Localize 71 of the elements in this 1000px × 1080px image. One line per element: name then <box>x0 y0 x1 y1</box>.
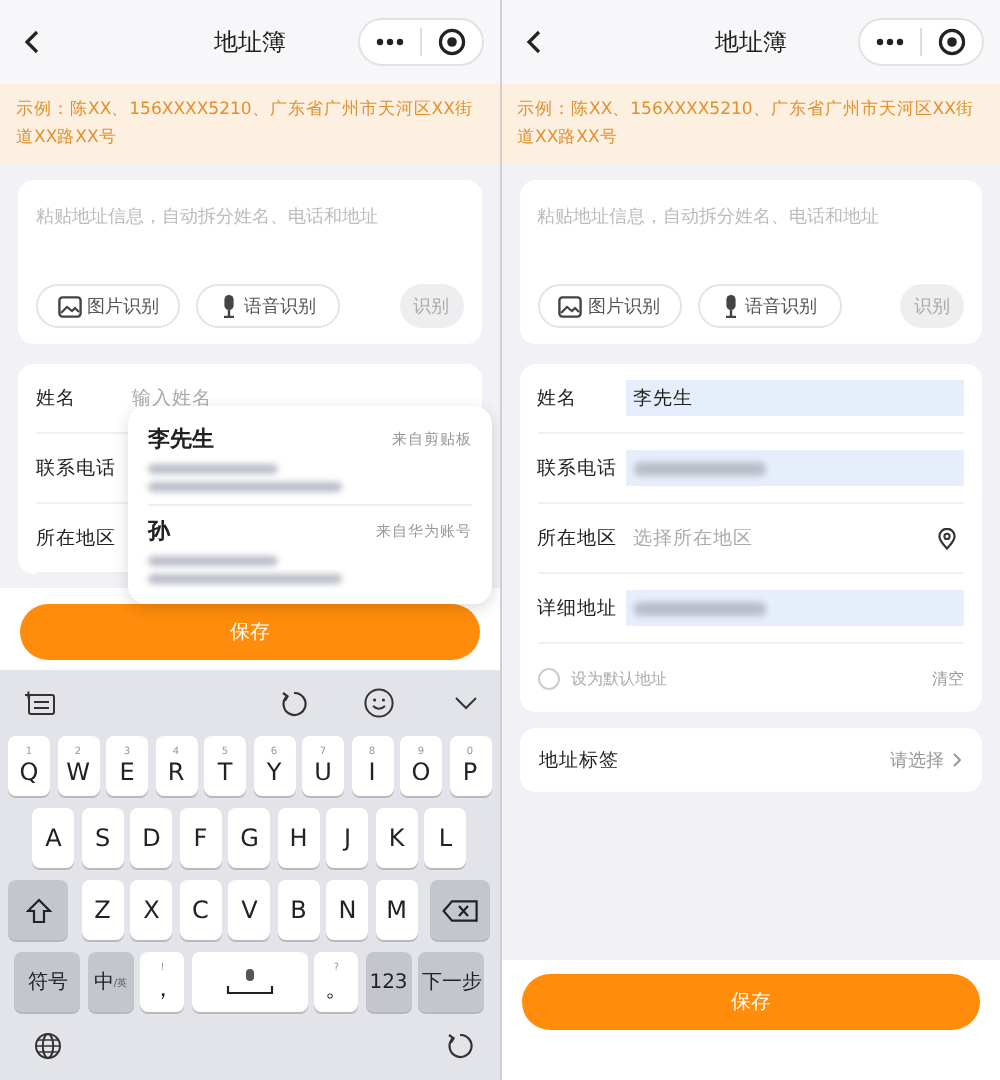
keyboard-key[interactable]: G <box>228 808 271 868</box>
rotate-icon[interactable] <box>279 689 307 717</box>
space-key[interactable] <box>191 952 308 1012</box>
shift-key[interactable] <box>8 880 69 940</box>
page-title: 地址簿 <box>712 25 789 59</box>
keyboard-key[interactable]: L <box>424 808 467 868</box>
capsule-menu[interactable] <box>357 18 483 66</box>
field-label: 联系电话 <box>537 455 619 481</box>
keyboard-key[interactable]: 下一步 <box>418 952 485 1012</box>
keyboard-key[interactable]: S <box>81 808 124 868</box>
chevron-right-icon <box>952 752 962 768</box>
voice-recognize-button[interactable]: 语音识别 <box>697 284 841 328</box>
keyboard-key[interactable]: K <box>375 808 418 868</box>
keyboard-key[interactable]: C <box>179 880 222 940</box>
input-field[interactable] <box>625 590 964 626</box>
microphone-icon <box>220 294 238 318</box>
field-label: 所在地区 <box>537 525 619 551</box>
keyboard-key[interactable]: F <box>179 808 222 868</box>
keyboard-key[interactable]: X <box>130 880 173 940</box>
backspace-key[interactable] <box>430 880 491 940</box>
name-field[interactable]: 李先生 <box>625 380 964 416</box>
image-icon <box>57 295 81 317</box>
chevron-down-icon[interactable] <box>453 696 477 710</box>
target-icon[interactable] <box>938 28 966 56</box>
page-title: 地址簿 <box>211 25 288 59</box>
example-notice: 示例：陈XX、156XXXX5210、广东省广州市天河区XX街道XX路XX号 <box>501 84 1000 164</box>
rotate-icon[interactable] <box>445 1032 473 1060</box>
back-icon[interactable] <box>24 30 40 54</box>
keyboard-key[interactable]: A <box>32 808 75 868</box>
address-tag-card[interactable]: 地址标签 请选择 <box>519 728 982 792</box>
contact-name: 李先生 <box>148 424 214 454</box>
image-recognize-button[interactable]: 图片识别 <box>36 284 180 328</box>
default-radio[interactable] <box>537 667 559 689</box>
input-field[interactable] <box>625 450 964 486</box>
keyboard-key[interactable]: V <box>228 880 271 940</box>
keyboard-key[interactable]: 符号 <box>14 952 81 1012</box>
field-label: 姓名 <box>537 385 579 411</box>
globe-icon[interactable] <box>34 1032 62 1060</box>
redacted-text <box>148 556 278 566</box>
keyboard-key[interactable]: N <box>326 880 369 940</box>
keyboard-key[interactable]: H <box>277 808 320 868</box>
shift-icon <box>25 897 52 923</box>
keyboard-key[interactable]: Z <box>81 880 124 940</box>
contact-name: 孙 <box>148 516 170 546</box>
emoji-icon[interactable] <box>363 688 393 718</box>
keyboard-key[interactable]: 123 <box>365 952 412 1012</box>
back-icon[interactable] <box>525 30 541 54</box>
location-pin-icon[interactable] <box>938 527 956 549</box>
target-icon[interactable] <box>437 28 465 56</box>
keyboard-key[interactable]: J <box>326 808 369 868</box>
redacted-text <box>148 464 278 474</box>
tag-label: 地址标签 <box>539 747 619 773</box>
field-label: 所在地区 <box>36 525 118 551</box>
microphone-icon <box>721 294 739 318</box>
voice-recognize-button[interactable]: 语音识别 <box>196 284 340 328</box>
keyboard-key[interactable]: B <box>277 880 320 940</box>
microphone-icon <box>225 968 274 996</box>
capsule-menu[interactable] <box>858 18 984 66</box>
more-icon[interactable] <box>375 38 403 46</box>
keyboard-key[interactable]: D <box>130 808 173 868</box>
image-recognize-button[interactable]: 图片识别 <box>537 284 681 328</box>
field-label: 联系电话 <box>36 455 118 481</box>
more-icon[interactable] <box>876 38 904 46</box>
default-address-label: 设为默认地址 <box>571 667 667 689</box>
example-notice: 示例：陈XX、156XXXX5210、广东省广州市天河区XX街道XX路XX号 <box>0 84 499 164</box>
field-label: 详细地址 <box>537 595 619 621</box>
field-label: 姓名 <box>36 385 78 411</box>
image-icon <box>558 295 582 317</box>
keyboard-edit-icon[interactable] <box>24 690 56 716</box>
keyboard-key[interactable]: M <box>375 880 418 940</box>
backspace-icon <box>442 899 479 921</box>
